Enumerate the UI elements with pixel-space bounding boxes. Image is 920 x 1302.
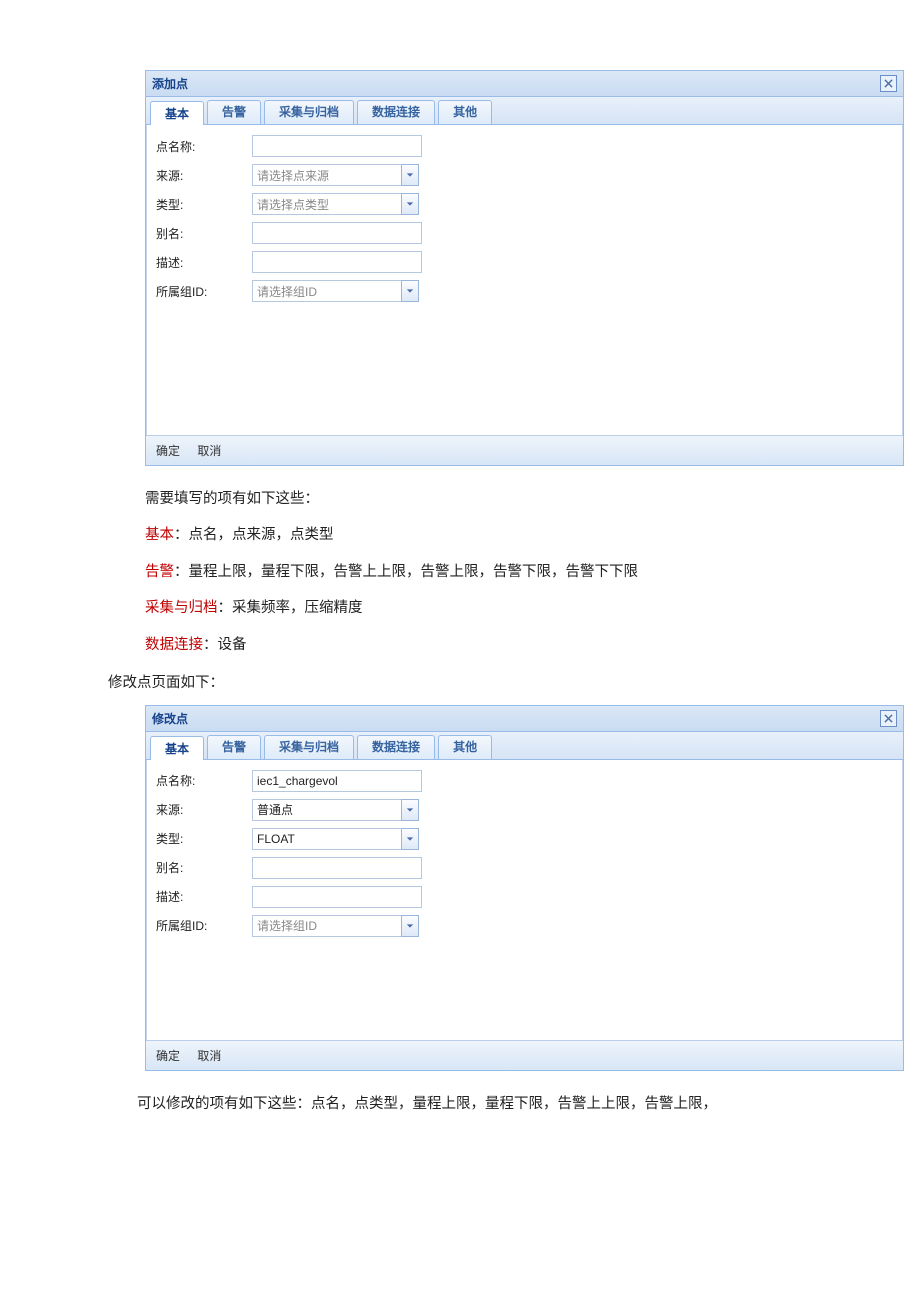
- combo-source-trigger[interactable]: [401, 799, 419, 821]
- tab-alarm[interactable]: 告警: [207, 100, 261, 124]
- chevron-down-icon: [406, 922, 414, 930]
- close-button[interactable]: [880, 710, 897, 727]
- chevron-down-icon: [406, 171, 414, 179]
- edit-summary: 可以修改的项有如下这些：点名，点类型，量程上限，量程下限，告警上上限，告警上限，: [108, 1089, 902, 1119]
- input-desc[interactable]: [252, 886, 422, 908]
- label-name: 点名称:: [156, 138, 252, 155]
- tab-strip: 基本 告警 采集与归档 数据连接 其他: [146, 97, 903, 125]
- ok-button[interactable]: 确定: [156, 442, 180, 459]
- input-alias[interactable]: [252, 222, 422, 244]
- chevron-down-icon: [406, 200, 414, 208]
- edit-point-dialog: 修改点 基本 告警 采集与归档 数据连接 其他 点名称: 来源:: [145, 705, 904, 1071]
- input-desc[interactable]: [252, 251, 422, 273]
- label-source: 来源:: [156, 801, 252, 818]
- label-type: 类型:: [156, 830, 252, 847]
- tab-basic[interactable]: 基本: [150, 101, 204, 125]
- input-alias[interactable]: [252, 857, 422, 879]
- tab-alarm[interactable]: 告警: [207, 735, 261, 759]
- dialog-footer: 确定 取消: [146, 435, 903, 465]
- tab-dataconn[interactable]: 数据连接: [357, 735, 435, 759]
- head-alarm: 告警: [145, 564, 174, 580]
- combo-source[interactable]: [252, 799, 401, 821]
- ok-button[interactable]: 确定: [156, 1047, 180, 1064]
- combo-type-trigger[interactable]: [401, 193, 419, 215]
- prose-block-2: 可以修改的项有如下这些：点名，点类型，量程上限，量程下限，告警上上限，告警上限，: [108, 1089, 902, 1119]
- combo-type-trigger[interactable]: [401, 828, 419, 850]
- dialog-footer: 确定 取消: [146, 1040, 903, 1070]
- label-name: 点名称:: [156, 772, 252, 789]
- rest-dataconn: ：设备: [203, 637, 247, 653]
- dialog-titlebar: 修改点: [146, 706, 903, 732]
- tab-basic[interactable]: 基本: [150, 736, 204, 760]
- label-group: 所属组ID:: [156, 917, 252, 934]
- combo-source[interactable]: [252, 164, 401, 186]
- tab-other[interactable]: 其他: [438, 735, 492, 759]
- input-name[interactable]: [252, 770, 422, 792]
- combo-type[interactable]: [252, 828, 401, 850]
- head-dataconn: 数据连接: [145, 637, 203, 653]
- chevron-down-icon: [406, 287, 414, 295]
- dialog-title: 添加点: [152, 75, 188, 92]
- prose-mid: 修改点页面如下：: [108, 668, 904, 698]
- label-desc: 描述:: [156, 888, 252, 905]
- tab-dataconn[interactable]: 数据连接: [357, 100, 435, 124]
- label-alias: 别名:: [156, 859, 252, 876]
- intro-line: 需要填写的项有如下这些：: [145, 484, 904, 514]
- close-icon: [884, 714, 893, 723]
- combo-group[interactable]: [252, 915, 401, 937]
- prose-block-1: 需要填写的项有如下这些： 基本：点名，点来源，点类型 告警：量程上限，量程下限，…: [145, 484, 904, 660]
- combo-type[interactable]: [252, 193, 401, 215]
- head-collect: 采集与归档: [145, 600, 218, 616]
- combo-source-trigger[interactable]: [401, 164, 419, 186]
- combo-group-trigger[interactable]: [401, 915, 419, 937]
- chevron-down-icon: [406, 806, 414, 814]
- close-icon: [884, 79, 893, 88]
- tab-collect[interactable]: 采集与归档: [264, 100, 354, 124]
- label-type: 类型:: [156, 196, 252, 213]
- mid-line: 修改点页面如下：: [108, 668, 904, 698]
- label-group: 所属组ID:: [156, 283, 252, 300]
- label-source: 来源:: [156, 167, 252, 184]
- label-desc: 描述:: [156, 254, 252, 271]
- rest-collect: ：采集频率，压缩精度: [218, 600, 363, 616]
- cancel-button[interactable]: 取消: [197, 1047, 221, 1064]
- form-body: 点名称: 来源: 类型:: [146, 760, 903, 1040]
- chevron-down-icon: [406, 835, 414, 843]
- label-alias: 别名:: [156, 225, 252, 242]
- form-body: 点名称: 来源: 类型:: [146, 125, 903, 435]
- cancel-button[interactable]: 取消: [197, 442, 221, 459]
- dialog-titlebar: 添加点: [146, 71, 903, 97]
- combo-group-trigger[interactable]: [401, 280, 419, 302]
- rest-alarm: ：量程上限，量程下限，告警上上限，告警上限，告警下限，告警下下限: [174, 564, 638, 580]
- add-point-dialog: 添加点 基本 告警 采集与归档 数据连接 其他 点名称: 来源:: [145, 70, 904, 466]
- input-name[interactable]: [252, 135, 422, 157]
- rest-basic: ：点名，点来源，点类型: [174, 527, 334, 543]
- dialog-title: 修改点: [152, 710, 188, 727]
- tab-other[interactable]: 其他: [438, 100, 492, 124]
- combo-group[interactable]: [252, 280, 401, 302]
- tab-collect[interactable]: 采集与归档: [264, 735, 354, 759]
- tab-strip: 基本 告警 采集与归档 数据连接 其他: [146, 732, 903, 760]
- close-button[interactable]: [880, 75, 897, 92]
- head-basic: 基本: [145, 527, 174, 543]
